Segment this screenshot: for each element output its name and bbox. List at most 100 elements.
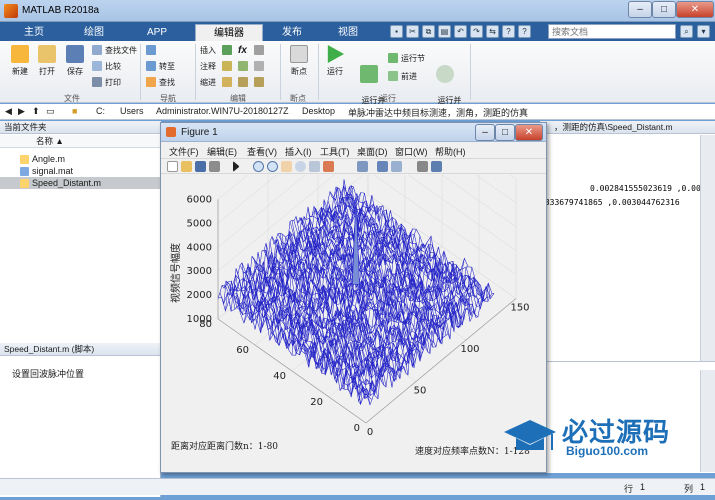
menu-tools[interactable]: 工具(T) (320, 145, 350, 158)
insert-button[interactable]: 插入 (200, 45, 216, 57)
tab-plots[interactable]: 绘图 (70, 24, 118, 41)
help-quick-icon[interactable]: ? (502, 25, 515, 38)
data-cursor-icon[interactable] (309, 161, 320, 172)
back-button[interactable] (146, 45, 159, 57)
file-item[interactable]: Angle.m (0, 153, 161, 165)
forward-arrow-icon[interactable]: ▶ (18, 106, 25, 117)
crumb-admin[interactable]: Administrator.WIN7U-20180127Z (156, 106, 289, 116)
open-folder-icon (38, 45, 56, 63)
tab-home[interactable]: 主页 (10, 24, 58, 41)
percent-comment-icon[interactable] (222, 61, 235, 73)
smart-indent-icon[interactable] (222, 77, 235, 89)
y-tick-label: 150 (510, 303, 529, 314)
back-arrow-icon[interactable]: ◀ (5, 106, 12, 117)
print-button[interactable]: 打印 (92, 77, 121, 89)
rotate-3d-icon[interactable] (295, 161, 306, 172)
zoom-out-icon[interactable] (267, 161, 278, 172)
show-plot-tools-icon[interactable] (431, 161, 442, 172)
surface-plot[interactable]: 600050004000300020001000806040200 0501001… (161, 74, 546, 472)
up-folder-icon[interactable]: ⬆ (32, 106, 40, 117)
find-files-button[interactable]: 查找文件 (92, 45, 137, 57)
hide-plot-tools-icon[interactable] (417, 161, 428, 172)
vertical-scrollbar[interactable] (700, 370, 715, 472)
breakpoint-icon (290, 45, 308, 63)
breakpoints-button[interactable]: 断点 (284, 45, 314, 77)
brush-icon[interactable] (323, 161, 334, 172)
file-item[interactable]: signal.mat (0, 165, 161, 177)
comment-button[interactable]: 注释 (200, 61, 216, 73)
crumb-drive[interactable]: C: (96, 106, 105, 116)
expand-ribbon-icon[interactable]: ▾ (697, 25, 710, 38)
new-figure-icon[interactable] (167, 161, 178, 172)
menu-window[interactable]: 窗口(W) (395, 145, 428, 158)
colorbar-icon[interactable] (377, 161, 388, 172)
zoom-in-icon[interactable] (253, 161, 264, 172)
minimize-button[interactable]: – (628, 1, 652, 18)
figure-minimize-button[interactable]: – (475, 124, 495, 141)
paste-quick-icon[interactable]: ▤ (438, 25, 451, 38)
open-button[interactable]: 打开 (32, 45, 62, 77)
name-column-header[interactable]: 名称 ▲ (0, 135, 161, 148)
legend-icon[interactable] (391, 161, 402, 172)
crumb-desktop[interactable]: Desktop (302, 106, 335, 116)
menu-file[interactable]: 文件(F) (169, 145, 199, 158)
address-bar[interactable]: ◀ ▶ ⬆ ▭ ■ C: Users Administrator.WIN7U-2… (0, 104, 715, 120)
close-button[interactable]: ✕ (676, 1, 714, 18)
print-figure-icon[interactable] (209, 161, 220, 172)
open-file-icon[interactable] (181, 161, 192, 172)
save-quick-icon[interactable]: ▪ (390, 25, 403, 38)
uncomment-icon[interactable] (254, 61, 267, 73)
menu-desktop[interactable]: 桌面(D) (357, 145, 388, 158)
copy-quick-icon[interactable]: ⧉ (422, 25, 435, 38)
file-item-selected[interactable]: Speed_Distant.m (0, 177, 161, 189)
tab-editor[interactable]: 编辑器 (195, 24, 263, 41)
edit-plot-icon[interactable] (233, 161, 239, 172)
search-documentation-input[interactable] (548, 24, 676, 39)
indent-button[interactable]: 缩进 (200, 77, 216, 89)
menu-help[interactable]: 帮助(H) (435, 145, 466, 158)
fx-button[interactable]: fx (238, 45, 247, 57)
indent-more-icon[interactable] (238, 77, 251, 89)
switch-windows-icon[interactable]: ⇆ (486, 25, 499, 38)
vertical-scrollbar[interactable] (700, 135, 715, 361)
figure-close-button[interactable]: ✕ (515, 124, 543, 141)
browse-folder-icon[interactable]: ▭ (46, 106, 55, 117)
indent-less-icon[interactable] (254, 77, 267, 89)
undo-quick-icon[interactable]: ↶ (454, 25, 467, 38)
advance-button[interactable]: 前进 (388, 71, 417, 83)
ribbon-separator (195, 44, 196, 100)
tab-view[interactable]: 视图 (324, 24, 372, 41)
question-icon[interactable]: ? (518, 25, 531, 38)
search-icon[interactable]: ⌕ (680, 25, 693, 38)
goto-button[interactable]: 转至 (146, 61, 175, 73)
line-number: 1 (640, 482, 646, 492)
run-button[interactable]: 运行 (320, 45, 350, 77)
find-button[interactable]: 查找 (146, 77, 175, 89)
command-line-1: 0.002841555023619 ,0.000 (590, 184, 706, 193)
crumb-project[interactable]: 单脉冲雷达中频目标测速，测角，测距的仿真 (348, 106, 528, 119)
new-button[interactable]: 新建 (5, 45, 35, 77)
menu-view[interactable]: 查看(V) (247, 145, 277, 158)
compare-icon (92, 61, 102, 71)
redo-quick-icon[interactable]: ↷ (470, 25, 483, 38)
save-button[interactable]: 保存 (60, 45, 90, 77)
wrap-comment-icon[interactable] (238, 61, 251, 73)
insert-section-icon[interactable] (222, 45, 235, 57)
crumb-users[interactable]: Users (120, 106, 144, 116)
column-label: 列 (684, 484, 694, 494)
run-section-icon (388, 53, 398, 63)
menu-edit[interactable]: 编辑(E) (207, 145, 237, 158)
run-section-button[interactable]: 运行节 (388, 53, 425, 65)
pan-hand-icon[interactable] (281, 161, 292, 172)
link-plot-icon[interactable] (357, 161, 368, 172)
insert-function-icon[interactable] (254, 45, 267, 57)
save-figure-icon[interactable] (195, 161, 206, 172)
menu-insert[interactable]: 插入(I) (285, 145, 312, 158)
maximize-button[interactable]: □ (652, 1, 676, 18)
compare-button[interactable]: 比较 (92, 61, 121, 73)
figure-plot-area[interactable]: 6000 5000 4000 3000 2000 1000 80 60 40 20 0 0 50 100 1… (161, 74, 546, 472)
tab-publish[interactable]: 发布 (268, 24, 316, 41)
tab-apps[interactable]: APP (133, 24, 181, 41)
figure-maximize-button[interactable]: □ (495, 124, 515, 141)
cut-quick-icon[interactable]: ✂ (406, 25, 419, 38)
